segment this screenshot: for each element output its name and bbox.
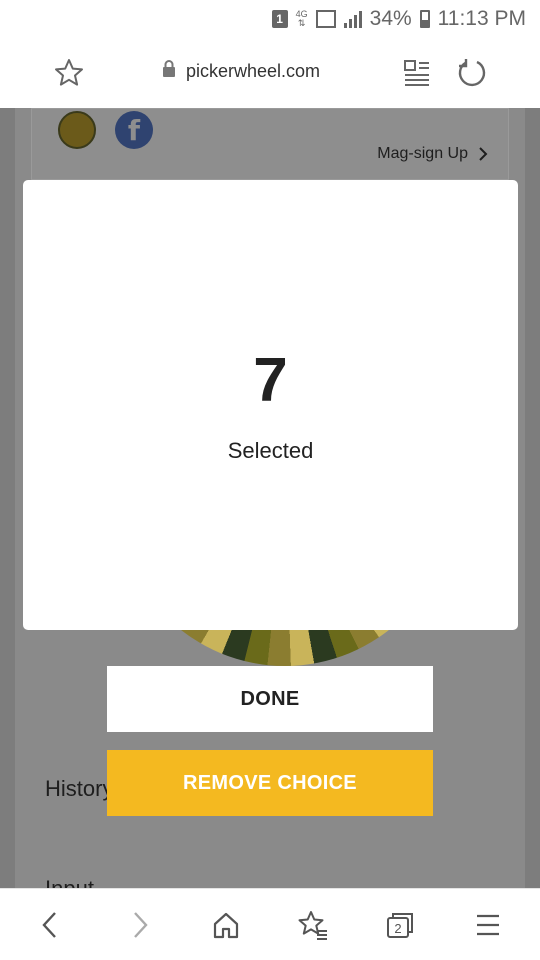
signal-box-icon [315, 10, 336, 28]
reader-mode-icon[interactable] [402, 58, 432, 88]
bottom-navigation: 2 [0, 888, 540, 960]
input-heading: Input [45, 876, 94, 888]
tab-count: 2 [394, 921, 401, 936]
done-button[interactable]: DONE [107, 666, 433, 732]
facebook-icon[interactable]: f [115, 111, 153, 149]
forward-icon[interactable] [122, 907, 158, 943]
bookmarks-icon[interactable] [295, 907, 331, 943]
menu-icon[interactable] [470, 907, 506, 943]
status-bar: 1 4G ⇅ 34% 11:13 PM [0, 0, 540, 38]
clock: 11:13 PM [437, 7, 526, 30]
lock-icon [162, 60, 176, 83]
remove-choice-button[interactable]: REMOVE CHOICE [107, 750, 433, 816]
network-type-icon: 4G ⇅ [296, 10, 308, 28]
tabs-icon[interactable]: 2 [382, 907, 418, 943]
picker-wheel [117, 628, 453, 666]
home-icon[interactable] [208, 907, 244, 943]
network-arrows-icon: ⇅ [297, 18, 306, 28]
address-bar[interactable]: pickerwheel.com [162, 60, 320, 83]
social-box: f Mag-sign Up [31, 108, 509, 180]
selected-label: Selected [227, 438, 314, 463]
result-modal: 7 Selected [23, 180, 518, 630]
url-text: pickerwheel.com [186, 61, 321, 81]
signup-link[interactable]: Mag-sign Up [377, 145, 488, 163]
sim-icon: 1 [271, 10, 288, 28]
browser-toolbar: pickerwheel.com [0, 38, 540, 108]
back-icon[interactable] [32, 907, 68, 943]
basketball-icon[interactable] [58, 111, 96, 149]
history-heading: History [45, 776, 114, 801]
selected-result: 7 [253, 346, 288, 415]
signup-label: Mag-sign Up [377, 145, 468, 162]
chevron-right-icon [479, 147, 488, 161]
signal-strength-icon [343, 10, 362, 28]
battery-icon [419, 10, 430, 28]
reload-icon[interactable] [455, 56, 489, 90]
battery-percent: 34% [369, 7, 412, 30]
star-icon[interactable] [52, 56, 86, 90]
